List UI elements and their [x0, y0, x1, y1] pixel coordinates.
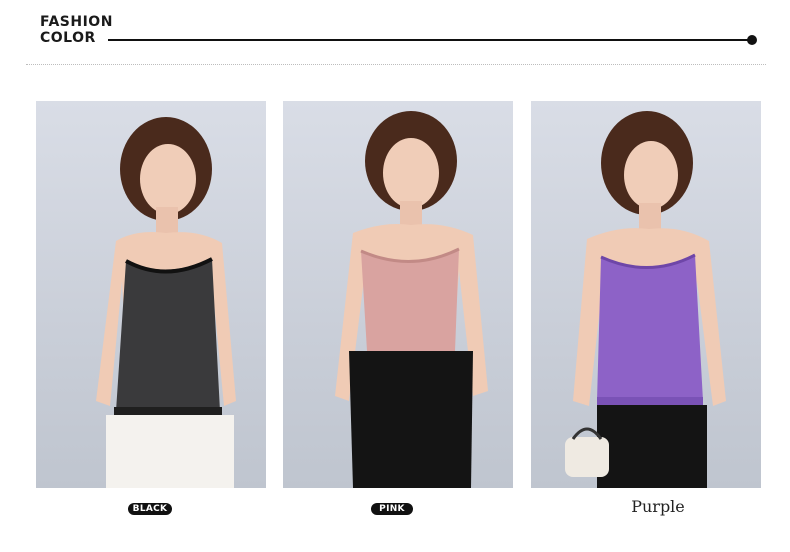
product-card-purple[interactable] — [531, 101, 761, 488]
product-photo-black — [36, 101, 266, 488]
product-photo-purple — [531, 101, 761, 488]
color-label-purple: Purple — [631, 497, 685, 516]
model-illustration — [96, 117, 236, 488]
section-header: FASHION COLOR — [40, 14, 760, 48]
color-label-pink: PINK — [371, 503, 413, 515]
header-title-line2: COLOR — [40, 30, 96, 46]
product-card-pink[interactable] — [283, 101, 513, 488]
color-label-black: BLACK — [128, 503, 172, 515]
product-card-black[interactable] — [36, 101, 266, 488]
header-rule — [108, 39, 750, 41]
header-title-line1: FASHION — [40, 14, 113, 30]
model-illustration — [335, 111, 488, 488]
model-illustration — [565, 111, 726, 488]
dotted-divider — [26, 64, 766, 65]
header-rule-dot — [747, 35, 757, 45]
product-photo-pink — [283, 101, 513, 488]
